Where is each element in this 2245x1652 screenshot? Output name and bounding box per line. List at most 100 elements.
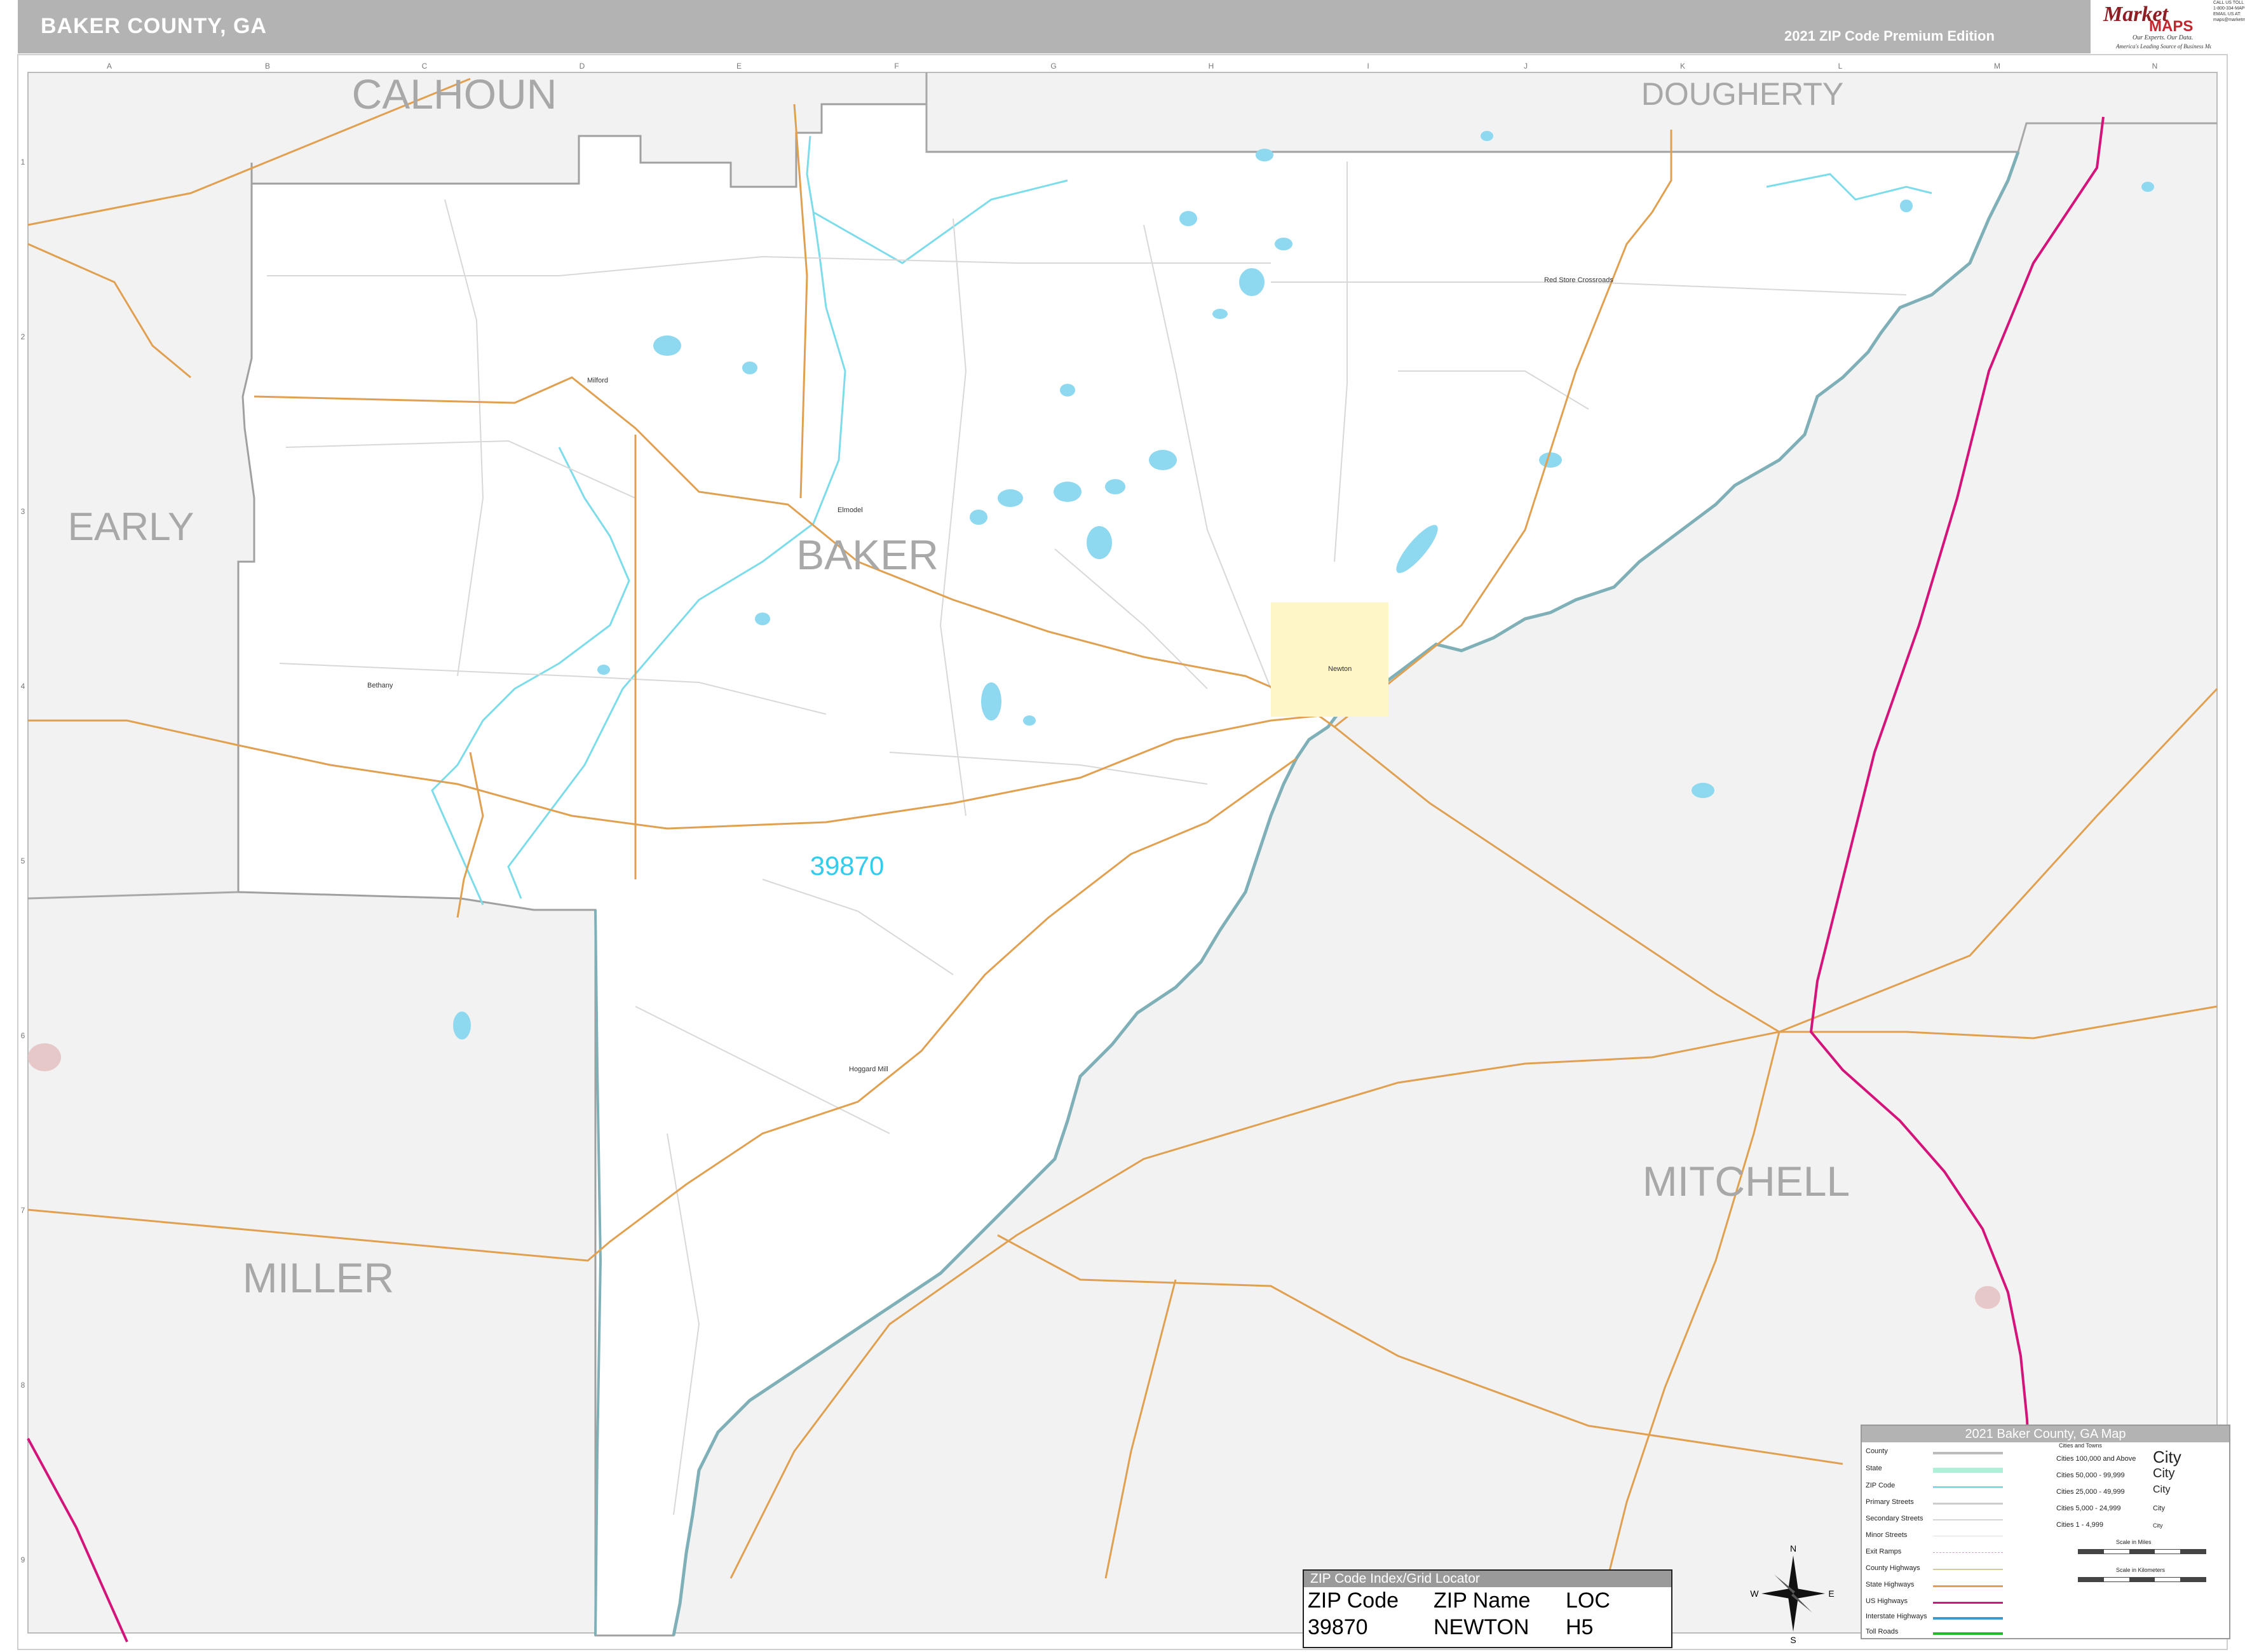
legend-city-range: Cities 25,000 - 49,999 — [2056, 1488, 2125, 1496]
county-label-dougherty: DOUGHERTY — [1641, 76, 1844, 112]
newton-city-area[interactable] — [1271, 602, 1388, 717]
grid-row-label: 5 — [21, 856, 25, 865]
grid-row-label: 9 — [21, 1555, 25, 1564]
compass-n: N — [1790, 1543, 1796, 1554]
contact-line: 1-800-334-MAPS (6277) — [2213, 6, 2245, 11]
legend-city-sample: City — [2153, 1484, 2171, 1495]
legend-swatch-toll — [1933, 1632, 2003, 1635]
grid-row-label: 4 — [21, 682, 25, 691]
zip-index-header: ZIP Code — [1308, 1588, 1399, 1613]
legend-scale-km: Scale in Kilometers — [2116, 1567, 2166, 1573]
grid-col-label: F — [894, 62, 899, 71]
legend-title: 2021 Baker County, GA Map — [1862, 1426, 2229, 1442]
zip-index-header: ZIP Name — [1434, 1588, 1531, 1613]
logo-tagline: Our Experts. Our Data. — [2133, 34, 2194, 41]
place-label: Bethany — [367, 682, 393, 689]
legend-item: Exit Ramps — [1866, 1548, 1902, 1555]
place-label: Elmodel — [838, 506, 863, 514]
legend-item: US Highways — [1866, 1597, 1908, 1605]
legend-city-range: Cities 50,000 - 99,999 — [2056, 1472, 2125, 1479]
legend-item: Minor Streets — [1866, 1531, 1908, 1539]
legend-item: Interstate Highways — [1866, 1613, 1927, 1620]
edition-label: 2021 ZIP Code Premium Edition — [1784, 28, 1995, 44]
legend-swatch-interstate — [1933, 1617, 2003, 1620]
place-label: Hoggard Mill — [849, 1066, 888, 1073]
contact-line: CALL US TOLL FREE — [2213, 1, 2245, 5]
logo-text-maps: MAPS — [2149, 18, 2194, 35]
legend-swatch-state-hwy — [1933, 1585, 2003, 1587]
grid-col-label: B — [265, 62, 270, 71]
grid-row-label: 8 — [21, 1381, 25, 1390]
legend-city-range: Cities 100,000 and Above — [2056, 1455, 2136, 1463]
zip-code-index: ZIP Code Index/Grid Locator ZIP Code ZIP… — [1303, 1569, 1672, 1648]
grid-row-label: 6 — [21, 1031, 25, 1040]
legend-swatch-state — [1933, 1468, 2003, 1473]
scale-bar-miles — [2078, 1549, 2206, 1554]
legend-item: Primary Streets — [1866, 1498, 1914, 1506]
grid-col-label: K — [1680, 62, 1685, 71]
grid-col-label: G — [1050, 62, 1056, 71]
grid-col-label: A — [107, 62, 112, 71]
place-label: Milford — [587, 377, 608, 384]
legend-swatch-county-hwy — [1933, 1569, 2003, 1570]
market-maps-logo: Market MAPS Our Experts. Our Data. Ameri… — [2091, 0, 2218, 53]
legend-item: ZIP Code — [1866, 1482, 1896, 1489]
legend-swatch-secondary — [1933, 1519, 2003, 1520]
compass-e: E — [1828, 1588, 1834, 1599]
legend-item: State Highways — [1866, 1581, 1915, 1588]
grid-row-label: 7 — [21, 1206, 25, 1215]
legend-item: County — [1866, 1447, 1888, 1455]
legend-item: Toll Roads — [1866, 1628, 1899, 1635]
legend-swatch-county — [1933, 1452, 2003, 1454]
grid-col-label: J — [1524, 62, 1528, 71]
contact-info: CALL US TOLL FREE 1-800-334-MAPS (6277) … — [2211, 0, 2245, 53]
compass-w: W — [1750, 1588, 1759, 1599]
legend-swatch-zip — [1933, 1486, 2003, 1488]
legend-swatch-us-hwy — [1933, 1602, 2003, 1604]
place-label: Newton — [1328, 665, 1352, 673]
legend-item: State — [1866, 1465, 1882, 1472]
legend-city-range: Cities 1 - 4,999 — [2056, 1521, 2103, 1529]
county-map[interactable]: A B C D E F G H I J K L M N 1 2 3 4 5 6 … — [0, 53, 2245, 1652]
grid-col-label: D — [580, 62, 585, 71]
county-label-mitchell: MITCHELL — [1643, 1158, 1850, 1205]
legend-swatch-ramps — [1933, 1552, 2003, 1553]
grid-row-label: 2 — [21, 332, 25, 341]
grid-col-label: L — [1838, 62, 1843, 71]
logo-tagline-2: America's Leading Source of Business Map… — [2116, 43, 2218, 50]
map-title: BAKER COUNTY, GA — [41, 14, 268, 38]
legend-swatch-primary — [1933, 1503, 2003, 1505]
zip-index-cell: H5 — [1566, 1615, 1594, 1639]
county-label-calhoun: CALHOUN — [352, 71, 557, 118]
zip-index-cell: 39870 — [1308, 1615, 1368, 1639]
zip-index-title: ZIP Code Index/Grid Locator — [1304, 1571, 1671, 1587]
header-bar: BAKER COUNTY, GA 2021 ZIP Code Premium E… — [18, 0, 2245, 53]
compass-rose: N S E W — [1750, 1543, 1834, 1644]
zip-index-cell: NEWTON — [1434, 1615, 1529, 1639]
grid-col-label: C — [422, 62, 428, 71]
grid-row-label: 1 — [21, 158, 25, 166]
scale-bar-km — [2078, 1577, 2206, 1582]
contact-line: EMAIL US AT: — [2213, 12, 2241, 17]
legend-city-sample: City — [2153, 1466, 2175, 1480]
legend-item: County Highways — [1866, 1564, 1920, 1572]
place-label: Red Store Crossroads — [1544, 276, 1613, 284]
legend-city-sample: City — [2153, 1522, 2163, 1529]
grid-col-label: N — [2152, 62, 2158, 71]
map-legend: 2021 Baker County, GA Map County State Z… — [1861, 1425, 2230, 1639]
legend-city-sample: City — [2153, 1447, 2181, 1466]
county-label-early: EARLY — [68, 505, 194, 549]
legend-cities-header: Cities and Towns — [2059, 1442, 2102, 1449]
legend-city-sample: City — [2153, 1505, 2165, 1512]
zip-index-header: LOC — [1566, 1588, 1610, 1613]
contact-line: maps@marketmaps.com — [2213, 18, 2245, 22]
grid-col-label: H — [1209, 62, 1214, 71]
grid-row-label: 3 — [21, 507, 25, 516]
legend-city-range: Cities 5,000 - 24,999 — [2056, 1505, 2121, 1512]
zip-label: 39870 — [810, 851, 885, 881]
legend-item: Secondary Streets — [1866, 1515, 1923, 1522]
county-label-miller: MILLER — [243, 1254, 394, 1301]
grid-col-label: E — [736, 62, 742, 71]
county-label-baker: BAKER — [796, 531, 939, 578]
grid-col-label: M — [1994, 62, 2000, 71]
